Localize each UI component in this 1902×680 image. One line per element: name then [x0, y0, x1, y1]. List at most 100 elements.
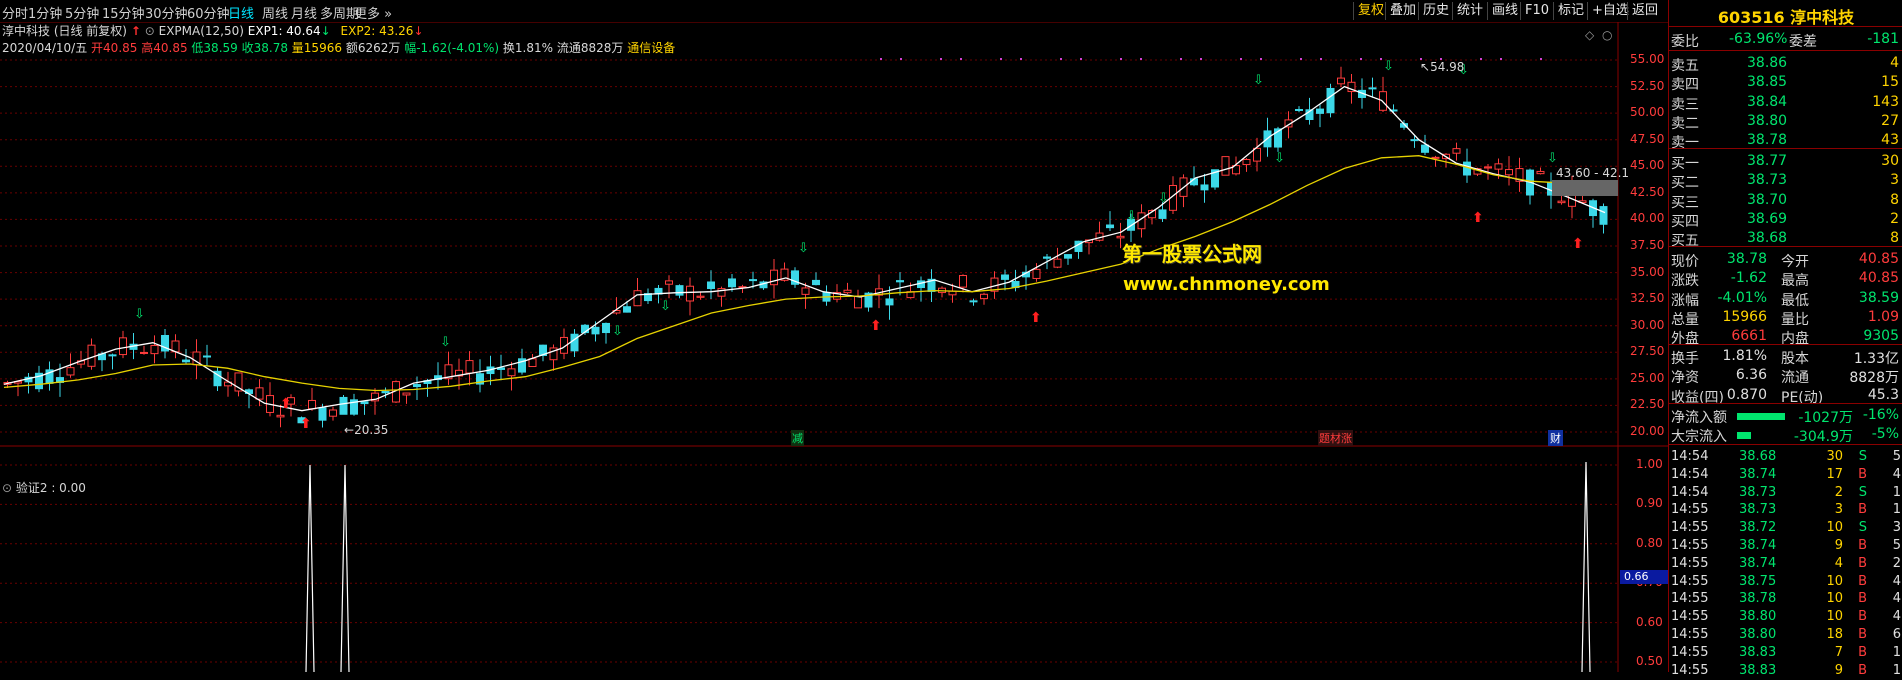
ask-row-0[interactable]: 卖五 38.86 4 [1669, 54, 1902, 74]
toggle-icon[interactable]: ⊙ [2, 481, 16, 495]
ask-row-3[interactable]: 卖二 38.80 27 [1669, 112, 1902, 132]
tick-volume: 9 [1834, 662, 1843, 678]
tag-ticai[interactable]: 题材涨 [1318, 430, 1353, 446]
tick-count: 2 [1892, 555, 1901, 571]
toolbar-button-6[interactable]: 标记 [1553, 2, 1588, 20]
toolbar-button-1[interactable]: 叠加 [1385, 2, 1420, 20]
tick-row-8: 14:55 38.78 10 B 4 [1669, 590, 1902, 608]
tag-cai[interactable]: 财 [1548, 430, 1563, 446]
tick-row-6: 14:55 38.74 4 B 2 [1669, 555, 1902, 573]
flow-row-1[interactable]: 大宗流入 -304.9万 -5% [1669, 425, 1902, 445]
bid-price: 38.73 [1747, 172, 1788, 189]
tick-time: 14:55 [1671, 662, 1709, 678]
exp2-up-icon: ↓ [413, 24, 424, 38]
period-toolbar: 分时 1分钟 5分钟 15分钟 30分钟 60分钟 日线 周线 月线 多周期 更多 » 复权 叠加 历史统… [0, 0, 1902, 22]
stat-row-0[interactable]: 现价 38.78 今开 40.85 [1669, 250, 1902, 270]
tick-price: 38.73 [1739, 502, 1777, 518]
sub-tick-2: 0.80 [1636, 535, 1663, 550]
bar-turnover: 换1.81% [502, 41, 554, 55]
bar-low: 低38.59 [191, 41, 238, 55]
stat-label: 量比 [1781, 311, 1809, 328]
sell-signal-red-icon: ⬆ [1572, 236, 1584, 252]
stock-title: 淳中科技 (日线 前复权) [2, 24, 127, 38]
buy-signal-green-icon: ⇩ [798, 241, 809, 256]
fund-value: 8828万 [1849, 370, 1899, 387]
tick-row-7: 14:55 38.75 10 B 4 [1669, 573, 1902, 591]
bar-close: 收38.78 [241, 41, 288, 55]
stat-row-2[interactable]: 涨幅 -4.01% 最低 38.59 [1669, 289, 1902, 309]
stat-label: 外盘 [1671, 331, 1699, 348]
price-tick-3: 47.50 [1630, 131, 1665, 146]
sub-cursor-value: 0.66 [1620, 570, 1672, 584]
fund-row-0[interactable]: 换手 1.81% 股本 1.33亿 [1669, 347, 1902, 367]
stock-code-title: 603516 淳中科技 [1717, 8, 1855, 27]
tick-volume: 7 [1834, 644, 1843, 660]
quote-panel: 603516 淳中科技 委比 -63.96% 委差 -181 卖五 38.86 4 卖… [1668, 0, 1902, 678]
buy-signal-green-icon: ⇩ [1274, 151, 1285, 166]
period-tab-3[interactable]: 15分钟 [102, 3, 145, 22]
toolbar-button-0[interactable]: 复权 [1353, 2, 1388, 20]
fund-row-1[interactable]: 净资 6.36 流通 8828万 [1669, 366, 1902, 386]
period-tab-6[interactable]: 日线 [228, 3, 254, 22]
bid-volume: 3 [1890, 172, 1899, 189]
validation-spike [340, 464, 350, 672]
price-tick-7: 37.50 [1630, 238, 1665, 252]
ask-row-1[interactable]: 卖四 38.85 15 [1669, 73, 1902, 93]
bid-row-3[interactable]: 买四 38.69 2 [1669, 210, 1902, 230]
sub-tick-4: 0.60 [1636, 614, 1663, 629]
sub-tick-5: 0.50 [1636, 654, 1663, 668]
toolbar-button-3[interactable]: 统计 [1452, 2, 1487, 20]
toolbar-button-4[interactable]: 画线 [1487, 2, 1522, 20]
indicator-name[interactable]: EXPMA(12,50) [159, 24, 244, 38]
toolbar-button-8[interactable]: 返回 [1627, 2, 1662, 20]
flow-bar [1737, 413, 1785, 420]
tick-volume: 4 [1834, 555, 1843, 571]
fund-label: 净资 [1671, 370, 1699, 387]
tick-time: 14:55 [1671, 609, 1709, 625]
stat-row-1[interactable]: 涨跌 -1.62 最高 40.85 [1669, 269, 1902, 289]
period-tab-8[interactable]: 月线 [291, 3, 317, 22]
main-chart[interactable]: ⇩⇩⇩⇩⇩⇩⇩⇩⇩⇩ ⇩⇩⬆⬆⬆ ⬆⬆⬆ [0, 0, 1668, 672]
stat-label: 今开 [1781, 254, 1809, 270]
tick-time: 14:55 [1671, 627, 1709, 642]
toolbar-button-5[interactable]: F10 [1520, 2, 1553, 20]
bid-row-0[interactable]: 买一 38.77 30 [1669, 152, 1902, 172]
toolbar-button-2[interactable]: 历史 [1418, 2, 1453, 20]
bid-row-2[interactable]: 买三 38.70 8 [1669, 191, 1902, 211]
period-tab-7[interactable]: 周线 [262, 3, 288, 22]
period-tab-5[interactable]: 60分钟 [187, 3, 230, 22]
tick-count: 1 [1892, 644, 1901, 660]
bid-row-1[interactable]: 买二 38.73 3 [1669, 171, 1902, 191]
bid-label: 买一 [1671, 156, 1699, 172]
period-tab-1[interactable]: 1分钟 [28, 3, 62, 22]
flow-bar [1737, 432, 1751, 439]
bar-sector[interactable]: 通信设备 [627, 41, 675, 55]
tick-count: 4 [1892, 573, 1901, 589]
circle-icon[interactable]: ○ [1602, 28, 1612, 42]
period-tab-0[interactable]: 分时 [2, 3, 28, 22]
period-tab-10[interactable]: 更多 » [354, 3, 392, 22]
period-tab-4[interactable]: 30分钟 [145, 3, 188, 22]
period-tab-2[interactable]: 5分钟 [65, 3, 99, 22]
tick-price: 38.72 [1739, 520, 1777, 536]
flow-row-0[interactable]: 净流入额 -1027万 -16% [1669, 406, 1902, 426]
tick-price: 38.74 [1739, 555, 1777, 571]
tick-side: B [1858, 662, 1867, 678]
buy-signal-green-icon: ⇩ [1547, 151, 1558, 166]
tick-row-0: 14:54 38.68 30 S 5 [1669, 448, 1902, 466]
weibi-row: 委比 -63.96% 委差 -181 [1669, 30, 1902, 50]
buy-signal-green-icon: ⇩ [612, 324, 623, 339]
price-tick-0: 55.00 [1630, 52, 1665, 66]
bar-high: 高40.85 [141, 41, 188, 55]
tick-row-2: 14:54 38.73 2 S 1 [1669, 484, 1902, 502]
tick-count: 4 [1892, 591, 1901, 607]
tick-time: 14:55 [1671, 502, 1709, 518]
tag-jian[interactable]: 减 [791, 430, 804, 446]
ask-volume: 4 [1890, 55, 1899, 71]
toggle-icon[interactable]: ⊙ [145, 24, 155, 38]
stat-row-3[interactable]: 总量 15966 量比 1.09 [1669, 308, 1902, 328]
ask-volume: 15 [1881, 74, 1899, 91]
diamond-icon[interactable]: ◇ [1585, 28, 1594, 42]
ask-row-2[interactable]: 卖三 38.84 143 [1669, 93, 1902, 113]
sub-indicator-title[interactable]: ⊙ 验证2 : 0.00 [2, 479, 86, 496]
